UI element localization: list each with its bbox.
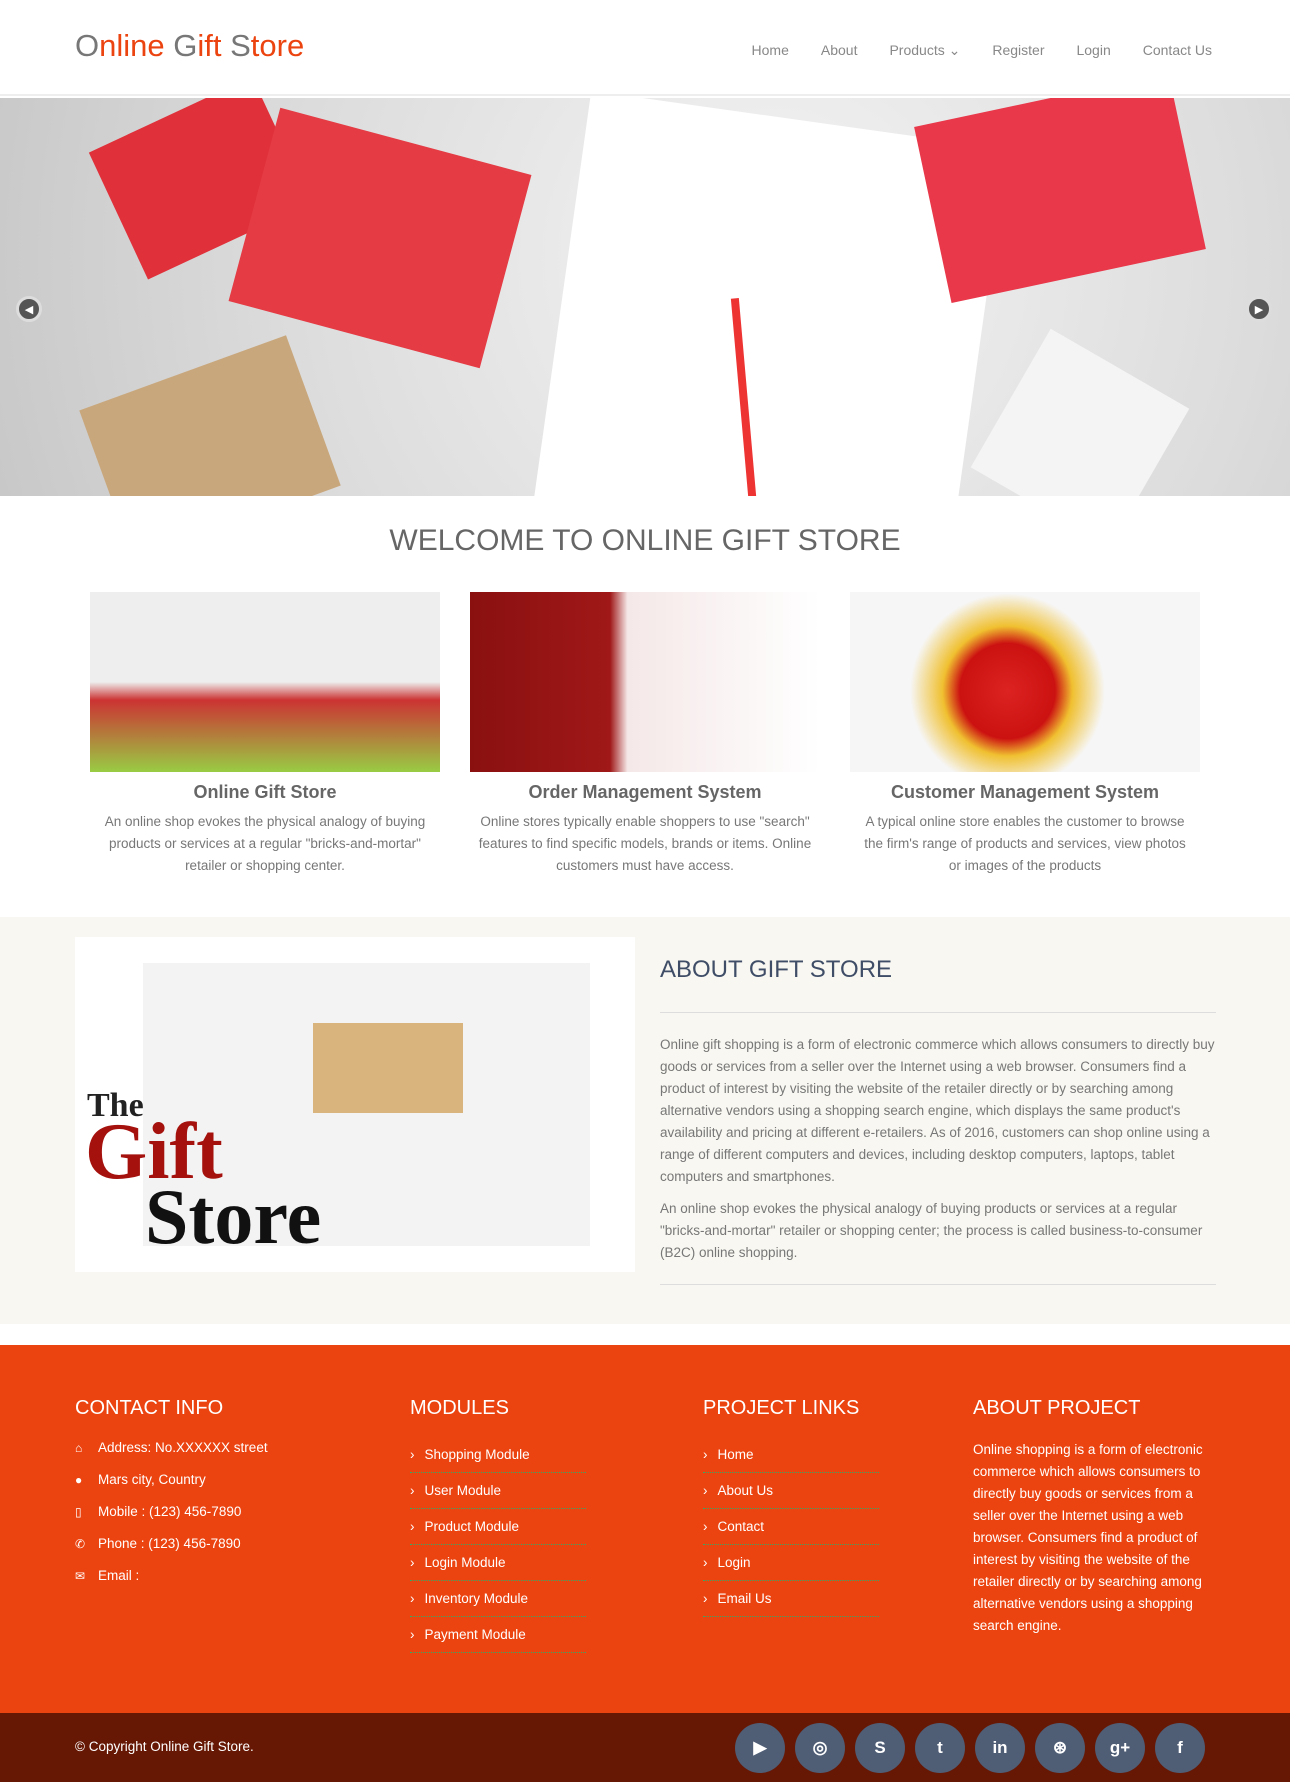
project-link[interactable]: › Email Us bbox=[703, 1581, 879, 1617]
dribbble-icon[interactable]: ⊛ bbox=[1035, 1723, 1085, 1773]
hero-slider-image bbox=[0, 98, 1290, 496]
nav-home[interactable]: Home bbox=[752, 42, 789, 59]
skype-icon[interactable]: S bbox=[855, 1723, 905, 1773]
logo-text: Store bbox=[145, 1173, 322, 1260]
slider-prev-icon[interactable]: ◀ bbox=[16, 296, 42, 322]
chevron-right-icon: › bbox=[410, 1627, 415, 1642]
about-paragraph: Online gift shopping is a form of electr… bbox=[660, 1037, 1215, 1184]
logo-letter: G bbox=[173, 28, 198, 63]
nav-contact[interactable]: Contact Us bbox=[1143, 42, 1212, 59]
logo-text: tore bbox=[250, 28, 305, 63]
chevron-right-icon: › bbox=[703, 1519, 708, 1534]
logo-letter: S bbox=[230, 28, 251, 63]
module-link[interactable]: › Product Module bbox=[410, 1509, 586, 1545]
project-link[interactable]: › Home bbox=[703, 1437, 879, 1473]
module-link[interactable]: › Shopping Module bbox=[410, 1437, 586, 1473]
module-link[interactable]: › Inventory Module bbox=[410, 1581, 586, 1617]
chevron-right-icon: › bbox=[410, 1555, 415, 1570]
card-text: A typical online store enables the custo… bbox=[864, 814, 1186, 873]
card-text: Online stores typically enable shoppers … bbox=[478, 814, 812, 873]
site-logo[interactable]: Online Gift Store bbox=[75, 28, 304, 64]
card-title: Customer Management System bbox=[890, 782, 1160, 802]
project-link[interactable]: › Contact bbox=[703, 1509, 879, 1545]
gift-box-shape bbox=[313, 1023, 463, 1113]
nav-products-dropdown[interactable]: Products ⌄ bbox=[889, 42, 960, 59]
chevron-right-icon: › bbox=[703, 1555, 708, 1570]
about-paragraph: An online shop evokes the physical analo… bbox=[660, 1201, 1203, 1260]
modules-list: › Shopping Module › User Module › Product M… bbox=[410, 1437, 586, 1653]
feature-card: Order Management System Online stores ty… bbox=[470, 592, 820, 877]
contact-mobile: ▯ Mobile : (123) 456-7890 bbox=[75, 1504, 242, 1519]
card-image bbox=[90, 592, 440, 772]
contact-city: ● Mars city, Country bbox=[75, 1472, 206, 1487]
mobile-icon: ▯ bbox=[75, 1504, 82, 1519]
contact-heading: CONTACT INFO bbox=[75, 1397, 224, 1419]
about-project-heading: ABOUT PROJECT bbox=[973, 1397, 1141, 1419]
github-icon[interactable]: ◎ bbox=[795, 1723, 845, 1773]
site-footer: CONTACT INFO ⌂ Address: No.XXXXXX street … bbox=[0, 1345, 1290, 1713]
chevron-right-icon: › bbox=[410, 1447, 415, 1462]
gift-box-shape bbox=[228, 107, 532, 369]
project-link[interactable]: › About Us bbox=[703, 1473, 879, 1509]
about-image: The Gift Store bbox=[75, 937, 635, 1272]
footer-bottom-bar: © Copyright Online Gift Store. ▶ ◎ S t i… bbox=[0, 1713, 1290, 1782]
card-title: Order Management System bbox=[528, 782, 762, 802]
card-title: Online Gift Store bbox=[193, 782, 337, 802]
project-links-list: › Home › About Us › Contact › Login › Email U… bbox=[703, 1437, 879, 1617]
project-links-heading: PROJECT LINKS bbox=[703, 1397, 860, 1419]
phone-icon: ✆ bbox=[75, 1536, 86, 1551]
linkedin-icon[interactable]: in bbox=[975, 1723, 1025, 1773]
about-project-text: Online shopping is a form of electronic … bbox=[973, 1442, 1203, 1633]
chevron-right-icon: › bbox=[703, 1591, 708, 1606]
project-link[interactable]: › Login bbox=[703, 1545, 879, 1581]
chevron-right-icon: › bbox=[410, 1591, 415, 1606]
site-header: Online Gift Store Home About Products ⌄ … bbox=[0, 0, 1290, 96]
logo-text: nline bbox=[99, 28, 174, 63]
google-plus-icon[interactable]: g+ bbox=[1095, 1723, 1145, 1773]
gift-box-shape bbox=[914, 98, 1206, 304]
globe-icon: ● bbox=[75, 1472, 83, 1487]
card-image bbox=[470, 592, 820, 772]
welcome-heading: WELCOME TO ONLINE GIFT STORE bbox=[389, 524, 901, 557]
contact-phone: ✆ Phone : (123) 456-7890 bbox=[75, 1536, 241, 1551]
contact-address: ⌂ Address: No.XXXXXX street bbox=[75, 1440, 268, 1455]
copyright-text: © Copyright Online Gift Store. bbox=[75, 1739, 254, 1754]
module-link[interactable]: › Payment Module bbox=[410, 1617, 586, 1653]
divider bbox=[660, 1012, 1216, 1013]
module-link[interactable]: › Login Module bbox=[410, 1545, 586, 1581]
modules-heading: MODULES bbox=[410, 1397, 509, 1419]
facebook-icon[interactable]: f bbox=[1155, 1723, 1205, 1773]
gift-box-shape bbox=[79, 335, 341, 496]
nav-register[interactable]: Register bbox=[992, 42, 1044, 59]
feature-card: Customer Management System A typical onl… bbox=[850, 592, 1200, 877]
star-ornament-shape bbox=[970, 328, 1190, 496]
slider-next-icon[interactable]: ▶ bbox=[1246, 296, 1272, 322]
chevron-right-icon: › bbox=[703, 1447, 708, 1462]
home-icon: ⌂ bbox=[75, 1440, 83, 1455]
card-image bbox=[850, 592, 1200, 772]
nav-login[interactable]: Login bbox=[1076, 42, 1110, 59]
contact-email: ✉ Email : bbox=[75, 1568, 140, 1583]
envelope-icon: ✉ bbox=[75, 1568, 86, 1583]
chevron-right-icon: › bbox=[703, 1483, 708, 1498]
feature-card: Online Gift Store An online shop evokes … bbox=[90, 592, 440, 877]
logo-letter: O bbox=[75, 28, 100, 63]
main-nav: Home About Products ⌄ Register Login Con… bbox=[752, 42, 1212, 59]
youtube-icon[interactable]: ▶ bbox=[735, 1723, 785, 1773]
chevron-right-icon: › bbox=[410, 1483, 415, 1498]
card-text: An online shop evokes the physical analo… bbox=[104, 814, 426, 873]
chevron-right-icon: › bbox=[410, 1519, 415, 1534]
twitter-icon[interactable]: t bbox=[915, 1723, 965, 1773]
nav-about[interactable]: About bbox=[821, 42, 858, 59]
divider bbox=[660, 1284, 1216, 1285]
logo-text: ift bbox=[197, 28, 231, 63]
about-title: ABOUT GIFT STORE bbox=[660, 956, 893, 983]
module-link[interactable]: › User Module bbox=[410, 1473, 586, 1509]
